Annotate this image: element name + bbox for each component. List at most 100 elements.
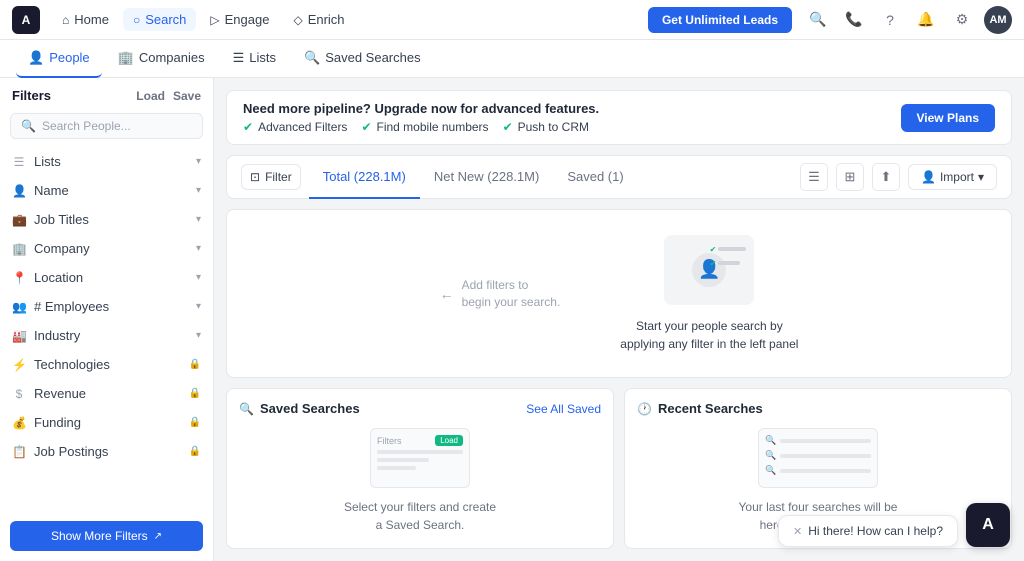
person-add-icon: 👤 xyxy=(921,170,936,184)
save-button[interactable]: Save xyxy=(173,89,201,103)
chevron-down-icon: ▾ xyxy=(196,272,201,283)
filter-company[interactable]: 🏢 Company ▾ xyxy=(0,234,213,263)
show-more-label: Show More Filters xyxy=(51,529,148,543)
chat-message: Hi there! How can I help? xyxy=(808,524,943,538)
chevron-down-icon: ▾ xyxy=(196,156,201,167)
nav-search[interactable]: ○ Search xyxy=(123,8,196,31)
filter-funding[interactable]: 💰 Funding 🔒 xyxy=(0,408,213,437)
phone-icon-btn[interactable]: 📞 xyxy=(840,6,868,34)
external-link-icon: ↗ xyxy=(154,531,162,542)
search-placeholder: Search People... xyxy=(42,119,131,133)
view-plans-button[interactable]: View Plans xyxy=(901,104,995,132)
funding-filter-icon: 💰 xyxy=(12,416,26,430)
tab-net-new[interactable]: Net New (228.1M) xyxy=(420,155,553,199)
settings-icon-btn[interactable]: ⚙ xyxy=(948,6,976,34)
nav-search-label: Search xyxy=(145,12,186,27)
search-small-icon: 🔍 xyxy=(765,450,776,461)
add-filters-hint: ← Add filters to begin your search. xyxy=(440,277,561,311)
lock-icon: 🔒 xyxy=(189,417,201,428)
search-icon-btn[interactable]: 🔍 xyxy=(804,6,832,34)
nav-engage[interactable]: ▷ Engage xyxy=(200,8,279,31)
help-icon-btn[interactable]: ? xyxy=(876,6,904,34)
bell-icon-btn[interactable]: 🔔 xyxy=(912,6,940,34)
saved-searches-tab-icon: 🔍 xyxy=(304,50,320,66)
app-logo: A xyxy=(12,6,40,34)
lock-icon: 🔒 xyxy=(189,388,201,399)
nav-enrich-label: Enrich xyxy=(308,12,345,27)
results-toolbar: ⊡ Filter Total (228.1M) Net New (228.1M)… xyxy=(226,155,1012,199)
sub-tabs: 👤 People 🏢 Companies ☰ Lists 🔍 Saved Sea… xyxy=(0,40,1024,78)
search-small-icon: 🔍 xyxy=(765,435,776,446)
sidebar-header: Filters Load Save xyxy=(0,78,213,109)
tab-people[interactable]: 👤 People xyxy=(16,40,102,78)
saved-searches-card-title: Saved Searches xyxy=(260,401,360,416)
filter-technologies[interactable]: ⚡ Technologies 🔒 xyxy=(0,350,213,379)
export-button[interactable]: ⬆ xyxy=(872,163,900,191)
filter-funnel-icon: ⊡ xyxy=(250,170,260,184)
feature-label: Advanced Filters xyxy=(258,120,347,134)
saved-searches-empty: Filters Load Select your filters and cre… xyxy=(239,426,601,536)
chevron-down-icon: ▾ xyxy=(196,301,201,312)
filter-employees-label: # Employees xyxy=(34,299,109,314)
tab-saved[interactable]: Saved (1) xyxy=(553,155,637,199)
filter-revenue[interactable]: $ Revenue 🔒 xyxy=(0,379,213,408)
filter-job-titles[interactable]: 💼 Job Titles ▾ xyxy=(0,205,213,234)
filter-toggle-button[interactable]: ⊡ Filter xyxy=(241,164,301,190)
grid-view-button[interactable]: ⊞ xyxy=(836,163,864,191)
filter-btn-label: Filter xyxy=(265,170,292,184)
search-small-icon: 🔍 xyxy=(765,465,776,476)
employees-filter-icon: 👥 xyxy=(12,300,26,314)
filter-funding-label: Funding xyxy=(34,415,81,430)
tab-total[interactable]: Total (228.1M) xyxy=(309,155,420,199)
chat-widget: ✕ Hi there! How can I help? A xyxy=(778,503,1010,547)
tab-saved-searches[interactable]: 🔍 Saved Searches xyxy=(292,40,433,78)
filter-lists-label: Lists xyxy=(34,154,61,169)
feature-mobile-numbers: ✔ Find mobile numbers xyxy=(361,120,488,134)
user-avatar[interactable]: AM xyxy=(984,6,1012,34)
filter-lists[interactable]: ☰ Lists ▾ xyxy=(0,147,213,176)
empty-state-text: Start your people search by applying any… xyxy=(620,317,798,353)
lists-tab-icon: ☰ xyxy=(233,50,245,66)
arrow-left-icon: ← xyxy=(440,286,454,302)
filter-employees[interactable]: 👥 # Employees ▾ xyxy=(0,292,213,321)
people-tab-label: People xyxy=(49,50,89,65)
see-all-saved-link[interactable]: See All Saved xyxy=(526,402,601,416)
companies-tab-icon: 🏢 xyxy=(118,50,134,66)
check-green-icon: ✔ xyxy=(710,245,717,254)
tab-lists[interactable]: ☰ Lists xyxy=(221,40,288,78)
filter-name[interactable]: 👤 Name ▾ xyxy=(0,176,213,205)
preview-label: Filters xyxy=(377,436,402,446)
home-icon: ⌂ xyxy=(62,13,69,27)
results-actions: ☰ ⊞ ⬆ 👤 Import ▾ xyxy=(800,163,997,191)
chat-close-icon[interactable]: ✕ xyxy=(793,525,802,538)
filter-industry[interactable]: 🏭 Industry ▾ xyxy=(0,321,213,350)
name-filter-icon: 👤 xyxy=(12,184,26,198)
filter-job-postings[interactable]: 📋 Job Postings 🔒 xyxy=(0,437,213,466)
load-button[interactable]: Load xyxy=(136,89,165,103)
nav-enrich[interactable]: ◇ Enrich xyxy=(283,8,354,31)
nav-home[interactable]: ⌂ Home xyxy=(52,8,119,31)
main-layout: Filters Load Save 🔍 Search People... ☰ L… xyxy=(0,78,1024,561)
unlimited-leads-button[interactable]: Get Unlimited Leads xyxy=(648,7,792,33)
recent-searches-card-title: Recent Searches xyxy=(658,401,763,416)
lock-icon: 🔒 xyxy=(189,446,201,457)
check-icon: ✔ xyxy=(243,120,253,134)
saved-searches-tab-label: Saved Searches xyxy=(325,50,420,65)
nav-engage-label: Engage xyxy=(225,12,270,27)
chat-bubble: ✕ Hi there! How can I help? xyxy=(778,515,958,547)
tab-companies[interactable]: 🏢 Companies xyxy=(106,40,217,78)
check-icon: ✔ xyxy=(361,120,371,134)
chevron-down-icon: ▾ xyxy=(196,214,201,225)
chat-avatar[interactable]: A xyxy=(966,503,1010,547)
tab-net-new-label: Net New (228.1M) xyxy=(434,169,539,184)
upgrade-title: Need more pipeline? Upgrade now for adva… xyxy=(243,101,599,116)
hint-line2: begin your search. xyxy=(462,294,561,311)
recent-searches-card-icon: 🕐 xyxy=(637,402,652,416)
filter-location[interactable]: 📍 Location ▾ xyxy=(0,263,213,292)
list-view-button[interactable]: ☰ xyxy=(800,163,828,191)
top-nav: A ⌂ Home ○ Search ▷ Engage ◇ Enrich Get … xyxy=(0,0,1024,40)
import-button[interactable]: 👤 Import ▾ xyxy=(908,164,997,190)
sidebar-search-box[interactable]: 🔍 Search People... xyxy=(10,113,203,139)
nav-home-label: Home xyxy=(74,12,109,27)
show-more-filters-button[interactable]: Show More Filters ↗ xyxy=(10,521,203,551)
